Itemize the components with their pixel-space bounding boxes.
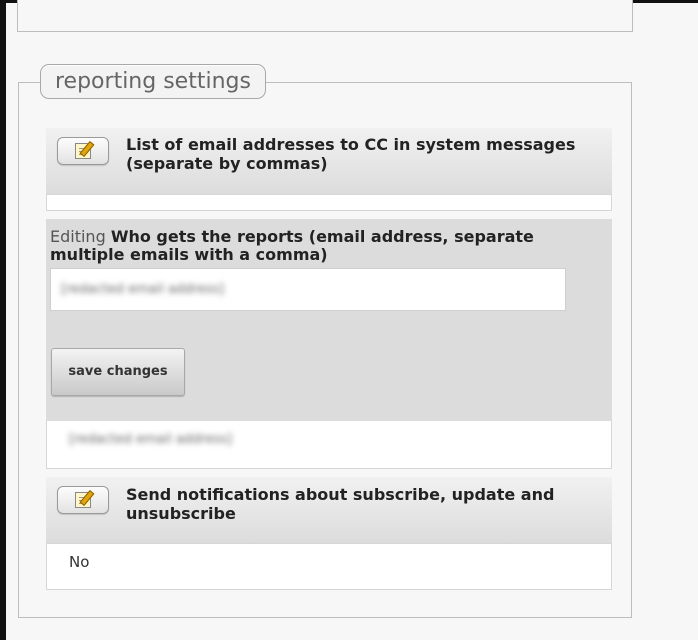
row-title-notifications: Send notifications about subscribe, upda…: [126, 485, 555, 523]
edit-cc-emails-button[interactable]: [57, 137, 109, 165]
edit-notifications-button[interactable]: [57, 486, 109, 514]
value-cc-emails: [46, 194, 612, 211]
current-value-report-recipients: [redacted email address]: [46, 421, 612, 469]
input-value: [redacted email address]: [61, 282, 225, 297]
row-title-cc-emails: List of email addresses to CC in system …: [126, 135, 576, 173]
current-value-text: [redacted email address]: [69, 432, 233, 447]
field-title-report-recipients: Who gets the reports (email address, sep…: [50, 227, 534, 264]
notifications-value-text: No: [69, 553, 90, 571]
save-changes-button[interactable]: save changes: [51, 348, 185, 396]
fieldset-legend: reporting settings: [40, 64, 266, 99]
report-recipients-input[interactable]: [redacted email address]: [50, 268, 566, 311]
editing-prefix: Editing: [50, 227, 106, 246]
previous-section-panel: [17, 0, 633, 32]
value-notifications: No: [46, 543, 612, 590]
edit-caption: Editing Who gets the reports (email addr…: [50, 228, 590, 264]
